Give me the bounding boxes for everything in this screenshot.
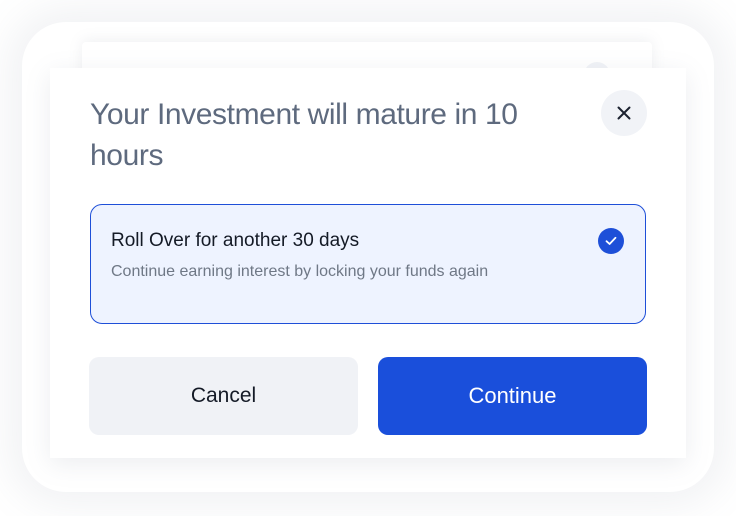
dialog-title: Your Investment will mature in 10 hours [90,98,518,172]
option-description: Continue earning interest by locking you… [111,263,489,280]
close-icon [617,106,631,120]
option-title: Roll Over for another 30 days [111,230,360,251]
continue-button[interactable]: Continue [378,357,647,435]
close-button[interactable] [601,90,647,136]
checkmark-icon [605,236,617,245]
rollover-option-card[interactable]: Roll Over for another 30 days Continue e… [90,204,646,324]
maturity-dialog: Your Investment will mature in 10 hours … [50,68,686,458]
selected-check-badge[interactable] [598,228,624,254]
cancel-button[interactable]: Cancel [89,357,358,435]
